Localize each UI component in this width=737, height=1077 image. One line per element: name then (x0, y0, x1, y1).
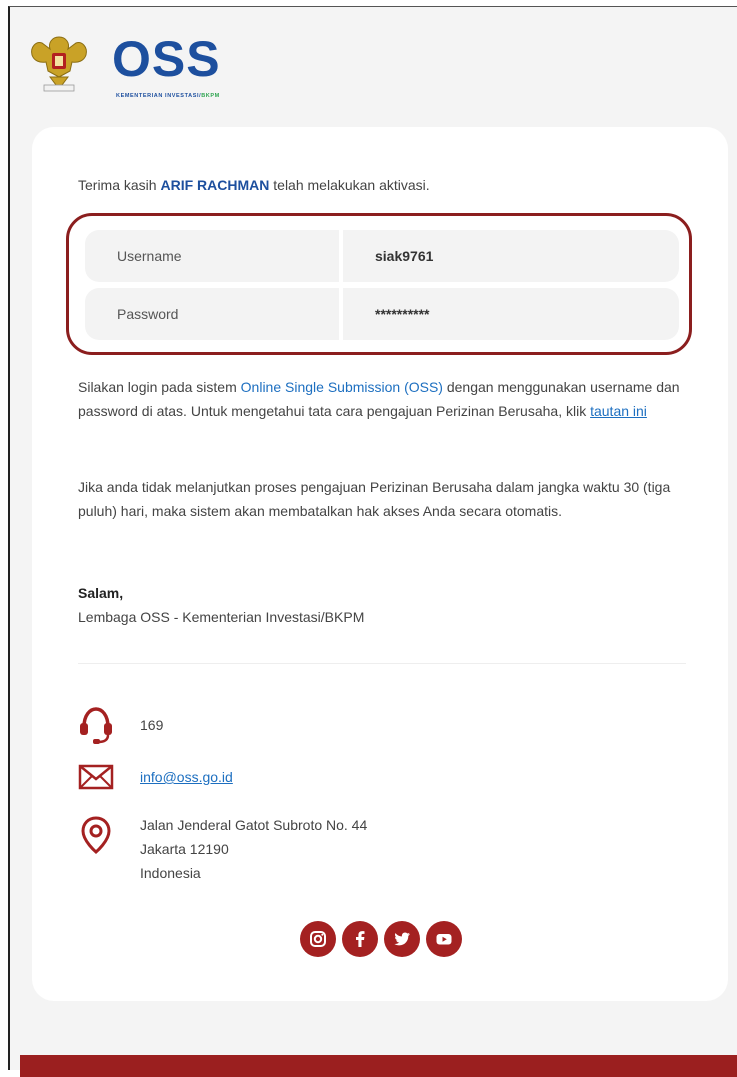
password-value: ********** (343, 288, 679, 340)
username-value: siak9761 (343, 230, 679, 282)
username-label: Username (85, 230, 339, 282)
email-card: Terima kasih ARIF RACHMAN telah melakuka… (32, 127, 728, 1001)
signature: Salam, Lembaga OSS - Kementerian Investa… (78, 581, 364, 629)
youtube-icon[interactable] (426, 921, 462, 957)
oss-logo-subtext: KEMENTERIAN INVESTASI/BKPM (116, 93, 220, 99)
divider (78, 663, 686, 664)
facebook-icon[interactable] (342, 921, 378, 957)
login-instructions: Silakan login pada sistem Online Single … (78, 379, 680, 419)
envelope-icon (78, 764, 114, 790)
garuda-emblem-icon (31, 36, 87, 92)
address: Jalan Jenderal Gatot Subroto No. 44 Jaka… (140, 813, 367, 885)
email-link[interactable]: info@oss.go.id (140, 765, 233, 789)
activation-message: Terima kasih ARIF RACHMAN telah melakuka… (78, 177, 430, 193)
headset-icon (80, 707, 112, 744)
oss-logo-text: OSS (112, 31, 221, 87)
credentials-box: Username siak9761 Password ********** (66, 213, 692, 355)
user-name: ARIF RACHMAN (160, 177, 270, 193)
social-links (300, 921, 480, 957)
password-row: Password ********** (85, 288, 679, 340)
location-pin-icon (81, 816, 111, 854)
sender: Lembaga OSS - Kementerian Investasi/BKPM (78, 609, 365, 625)
tautan-link[interactable]: tautan ini (590, 403, 647, 419)
oss-link[interactable]: Online Single Submission (OSS) (241, 379, 443, 395)
expiry-notice: Jika anda tidak melanjutkan proses penga… (78, 479, 671, 519)
address-line-3: Indonesia (140, 865, 201, 881)
email-frame: OSS KEMENTERIAN INVESTASI/BKPM Terima ka… (8, 6, 737, 1077)
oss-logo: OSS KEMENTERIAN INVESTASI/BKPM (112, 29, 252, 109)
password-label: Password (85, 288, 339, 340)
greeting: Salam, (78, 585, 124, 601)
email-header: OSS KEMENTERIAN INVESTASI/BKPM (20, 19, 320, 109)
address-line-2: Jakarta 12190 (140, 841, 229, 857)
twitter-icon[interactable] (384, 921, 420, 957)
phone-number: 169 (140, 717, 164, 733)
username-row: Username siak9761 (85, 230, 679, 282)
address-line-1: Jalan Jenderal Gatot Subroto No. 44 (140, 817, 368, 833)
instagram-icon[interactable] (300, 921, 336, 957)
footer-bar (20, 1055, 737, 1077)
